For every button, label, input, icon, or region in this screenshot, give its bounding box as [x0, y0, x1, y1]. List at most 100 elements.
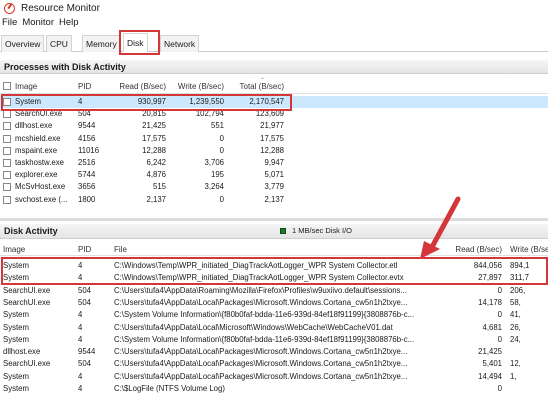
process-checkbox[interactable] — [3, 171, 11, 180]
menu-help[interactable]: Help — [57, 17, 82, 31]
disk-pid: 4 — [78, 384, 83, 393]
col-write[interactable]: Write (B/sec) — [170, 80, 224, 94]
disk-pid: 4 — [78, 334, 83, 344]
disk-write: 12, — [510, 359, 521, 369]
process-checkbox[interactable] — [3, 183, 11, 192]
process-row[interactable]: mcshield.exe 4156 17,575 0 17,575 — [0, 132, 548, 145]
process-write: 3,264 — [204, 182, 224, 192]
process-write: 102,794 — [195, 109, 224, 119]
process-checkbox[interactable] — [3, 159, 11, 167]
process-row[interactable]: taskhostw.exe 2516 6,242 3,706 9,947 — [0, 157, 548, 169]
disk-col-file[interactable]: File — [114, 243, 127, 256]
disk-pid: 4 — [78, 261, 83, 270]
disk-image: System — [3, 310, 29, 320]
process-row[interactable]: dllhost.exe 9544 21,425 551 21,977 — [0, 120, 548, 132]
disk-image: System — [3, 261, 29, 270]
col-image[interactable]: Image — [15, 80, 37, 94]
disk-read: 0 — [497, 334, 502, 344]
disk-file: C:\Users\tufa4\AppData\Local\Packages\Mi… — [114, 347, 408, 357]
disk-image: dllhost.exe — [3, 347, 41, 357]
process-total: 12,288 — [260, 145, 284, 155]
disk-file: C:\System Volume Information\{f80b0faf-b… — [114, 310, 415, 320]
process-write: 551 — [210, 121, 224, 131]
disk-pid: 504 — [78, 285, 92, 295]
process-pid: 11016 — [78, 145, 100, 155]
processes-column-header: Image PID Read (B/sec) Write (B/sec) Tot… — [0, 78, 548, 94]
disk-write: 24, — [510, 334, 521, 344]
tab-cpu[interactable]: CPU — [46, 35, 72, 52]
col-pid[interactable]: PID — [78, 80, 91, 94]
col-read[interactable]: Read (B/sec) — [110, 80, 166, 94]
disk-row[interactable]: SearchUI.exe 504 C:\Users\tufa4\AppData\Lo… — [0, 358, 548, 370]
col-total[interactable]: Total (B/sec) — [230, 80, 284, 94]
process-row[interactable]: mspaint.exe 11016 12,288 0 12,288 — [0, 144, 548, 157]
process-write: 0 — [219, 133, 224, 143]
process-total: 17,575 — [260, 133, 284, 143]
menu-file[interactable]: File — [0, 17, 20, 31]
process-row[interactable]: System 4 930,997 1,239,550 2,170,547 — [0, 96, 548, 108]
process-checkbox[interactable] — [3, 98, 11, 106]
process-pid: 1800 — [78, 194, 96, 204]
disk-image: System — [3, 322, 29, 332]
disk-read: 14,178 — [478, 297, 502, 307]
disk-write: 206, — [510, 285, 526, 295]
disk-row[interactable]: System 4 C:\Users\tufa4\AppData\Local\Micr… — [0, 321, 548, 333]
process-write: 195 — [210, 170, 224, 180]
disk-file: C:\Users\tufa4\AppData\Local\Packages\Mi… — [114, 297, 408, 307]
process-pid: 4 — [78, 97, 83, 106]
process-total: 2,170,547 — [249, 97, 284, 106]
disk-pid: 4 — [78, 273, 83, 283]
disk-row[interactable]: SearchUI.exe 504 C:\Users\tufa4\AppData\Lo… — [0, 296, 548, 309]
disk-col-pid[interactable]: PID — [78, 243, 91, 256]
process-checkbox[interactable] — [3, 110, 11, 119]
process-read: 2,137 — [146, 194, 166, 204]
disk-read: 14,494 — [478, 371, 502, 381]
process-total: 2,137 — [264, 194, 284, 204]
disk-row[interactable]: System 4 C:\Windows\Temp\WPR_initiated_Dia… — [0, 272, 548, 284]
disk-file: C:\Users\tufa4\AppData\Local\Microsoft\W… — [114, 322, 393, 332]
tab-memory[interactable]: Memory — [82, 35, 121, 52]
process-image: svchost.exe (... — [15, 194, 68, 204]
disk-col-write[interactable]: Write (B/sec) — [510, 243, 548, 256]
disk-read: 0 — [497, 310, 502, 320]
disk-write: 1, — [510, 371, 517, 381]
select-all-checkbox[interactable] — [3, 82, 11, 90]
disk-pid: 504 — [78, 297, 92, 307]
disk-write: 58, — [510, 297, 521, 307]
resource-monitor-icon — [4, 3, 15, 14]
processes-section-header[interactable]: Processes with Disk Activity — [0, 60, 548, 74]
process-checkbox[interactable] — [3, 134, 11, 143]
tab-network[interactable]: Network — [160, 35, 200, 52]
process-checkbox[interactable] — [3, 195, 11, 204]
process-row[interactable]: McSvHost.exe 3656 515 3,264 3,779 — [0, 181, 548, 193]
process-image: System — [15, 97, 41, 106]
disk-row[interactable]: System 4 C:\Users\tufa4\AppData\Local\Pack… — [0, 370, 548, 383]
tab-disk[interactable]: Disk — [123, 33, 148, 52]
disk-image: System — [3, 371, 29, 381]
disk-row[interactable]: System 4 C:\$LogFile (NTFS Volume Log) 0 — [0, 383, 548, 395]
disk-write: 41, — [510, 310, 521, 320]
process-pid: 5744 — [78, 170, 96, 180]
disk-col-image[interactable]: Image — [3, 243, 25, 256]
disk-image: SearchUI.exe — [3, 359, 51, 369]
disk-row[interactable]: System 4 C:\System Volume Information\{f80… — [0, 309, 548, 321]
disk-image: System — [3, 273, 29, 283]
disk-file: C:\Users\tufa4\AppData\Roaming\Mozilla\F… — [114, 285, 407, 295]
disk-row[interactable]: SearchUI.exe 504 C:\Users\tufa4\AppData\Ro… — [0, 284, 548, 297]
sort-indicator-icon: ⌃ — [260, 78, 266, 84]
disk-row[interactable]: dllhost.exe 9544 C:\Users\tufa4\AppData\Lo… — [0, 346, 548, 358]
disk-row[interactable]: System 4 C:\System Volume Information\{f80… — [0, 333, 548, 346]
process-checkbox[interactable] — [3, 146, 11, 155]
process-row[interactable]: explorer.exe 5744 4,876 195 5,071 — [0, 169, 548, 181]
tab-overview[interactable]: Overview — [1, 35, 45, 52]
disk-read: 0 — [497, 384, 502, 393]
process-image: mspaint.exe — [15, 145, 58, 155]
process-row[interactable]: SearchUI.exe 504 20,815 102,794 123,609 — [0, 108, 548, 120]
process-read: 6,242 — [146, 158, 166, 167]
process-write: 0 — [219, 194, 224, 204]
process-checkbox[interactable] — [3, 122, 11, 131]
process-image: explorer.exe — [15, 170, 58, 180]
menu-monitor[interactable]: Monitor — [20, 17, 57, 31]
process-read: 12,288 — [142, 145, 166, 155]
disk-write: 894,1 — [510, 261, 530, 270]
